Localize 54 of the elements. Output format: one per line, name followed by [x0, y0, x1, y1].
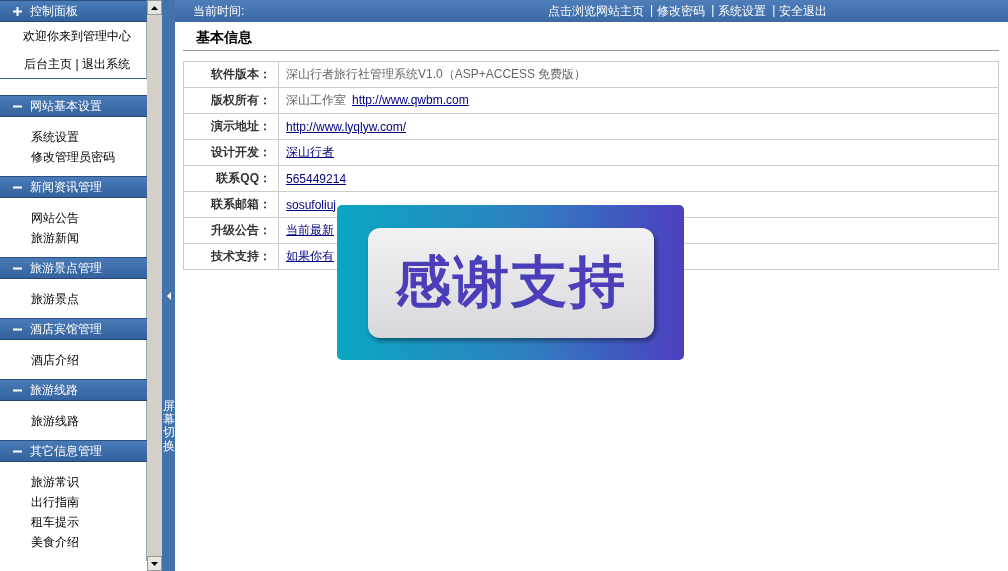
down-arrow-icon — [151, 561, 158, 566]
link[interactable]: sosufoliuj — [286, 197, 337, 212]
field-label: 升级公告： — [183, 217, 279, 244]
menu-item[interactable]: 旅游线路 — [31, 411, 146, 431]
field-label: 设计开发： — [183, 139, 279, 166]
field-label: 联系QQ： — [183, 165, 279, 192]
section-header[interactable]: 旅游景点管理 — [0, 257, 147, 279]
link[interactable]: 如果你有 — [286, 249, 334, 263]
menu-item[interactable]: 美食介绍 — [31, 532, 146, 552]
field-label: 版权所有： — [183, 87, 279, 114]
field-label: 联系邮箱： — [183, 191, 279, 218]
field-value: 深山行者旅行社管理系统V1.0（ASP+ACCESS 免费版） — [286, 67, 587, 81]
link[interactable]: http://www.qwbm.com — [352, 93, 469, 107]
link[interactable]: 565449214 — [286, 171, 347, 186]
field-label: 软件版本： — [183, 61, 279, 88]
section-header[interactable]: 新闻资讯管理 — [0, 176, 147, 198]
nav-link[interactable]: 点击浏览网站主页 — [548, 2, 644, 20]
menu-item[interactable]: 系统设置 — [31, 127, 146, 147]
separator: | — [711, 2, 715, 19]
section-header[interactable]: 其它信息管理 — [0, 440, 147, 462]
menu-item[interactable]: 旅游新闻 — [31, 228, 146, 248]
info-text: 后台主页 | 退出系统 — [24, 56, 130, 72]
plus-icon[interactable] — [13, 6, 22, 16]
menu-item[interactable]: 网站公告 — [31, 208, 146, 228]
menu-item[interactable]: 旅游常识 — [31, 472, 146, 492]
field-value: 深山工作室 — [286, 93, 346, 107]
nav-link[interactable]: 系统设置 — [718, 2, 767, 20]
menu-item[interactable]: 出行指南 — [31, 492, 146, 512]
field-label: 演示地址： — [183, 113, 279, 140]
link[interactable]: 当前最新 — [286, 223, 334, 237]
collapse-arrow-icon[interactable] — [166, 292, 171, 300]
page-title: 基本信息 — [183, 28, 999, 51]
scrollbar[interactable] — [147, 0, 162, 571]
info-text: 欢迎你来到管理中心 — [23, 28, 131, 44]
menu-item[interactable]: 修改管理员密码 — [31, 147, 146, 167]
section-header[interactable]: 网站基本设置 — [0, 95, 147, 117]
section-header[interactable]: 控制面板 — [0, 0, 147, 22]
banner-text: 感谢支持 — [394, 248, 627, 315]
link[interactable]: 深山行者 — [286, 145, 334, 159]
menu-item[interactable]: 租车提示 — [31, 512, 146, 532]
menu-item[interactable]: 旅游景点 — [31, 289, 146, 309]
separator: | — [772, 2, 776, 19]
section-header[interactable]: 酒店宾馆管理 — [0, 318, 147, 340]
link[interactable]: http://www.lyqlyw.com/ — [286, 119, 407, 134]
nav-link[interactable]: 安全退出 — [779, 2, 828, 20]
menu-item[interactable]: 酒店介绍 — [31, 350, 146, 370]
section-header[interactable]: 旅游线路 — [0, 379, 147, 401]
time-label: 当前时间: — [193, 2, 246, 20]
nav-link[interactable]: 修改密码 — [657, 2, 706, 20]
toggle-bar[interactable]: 屏幕切换 — [162, 0, 175, 571]
field-label: 技术支持： — [183, 243, 279, 270]
up-arrow-icon — [151, 5, 158, 10]
separator: | — [650, 2, 654, 19]
thanks-dialog[interactable]: 感谢支持 — [337, 205, 684, 360]
